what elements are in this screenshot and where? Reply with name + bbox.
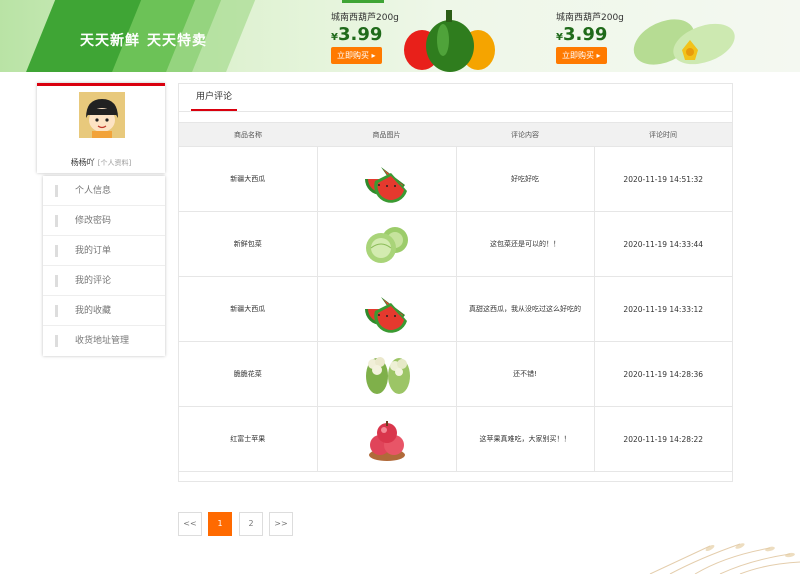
page-1-button[interactable]: 1 xyxy=(208,512,232,536)
profile-card: 杨杨吖 [个人资料] xyxy=(37,83,165,173)
product-name: 新鲜包菜 xyxy=(179,211,318,277)
review-comment: 还不错! xyxy=(455,341,595,407)
product-image-cell xyxy=(316,341,457,407)
column-header-product-image: 商品图片 xyxy=(317,122,456,147)
product-name: 红富士苹果 xyxy=(179,406,318,472)
table-header-row: 商品名称 商品图片 评论内容 评论时间 xyxy=(179,122,732,147)
review-time: 2020-11-19 14:33:44 xyxy=(593,211,732,277)
tab-user-reviews[interactable]: 用户评论 xyxy=(191,84,238,111)
cartoon-avatar-icon xyxy=(79,92,125,138)
prev-page-button[interactable]: << xyxy=(178,512,202,536)
wheat-decoration-icon xyxy=(649,543,800,574)
review-time: 2020-11-19 14:28:36 xyxy=(593,341,732,407)
product-name: 新疆大西瓜 xyxy=(179,146,318,212)
product-name: 脆脆花菜 xyxy=(179,341,318,407)
profile-info-link[interactable]: [个人资料] xyxy=(98,159,131,167)
table-row: 脆脆花菜 还不错! 2020-11-19 14:28:36 xyxy=(179,341,732,407)
sidebar-item-label: 我的评论 xyxy=(75,276,112,286)
sidebar-item-my-favorites[interactable]: 我的收藏 xyxy=(43,296,165,326)
next-page-button[interactable]: >> xyxy=(269,512,293,536)
sidebar-item-address-management[interactable]: 收货地址管理 xyxy=(43,326,165,356)
review-comment: 真甜这西瓜，我从没吃过这么好吃的 xyxy=(455,276,595,342)
review-time: 2020-11-19 14:28:22 xyxy=(593,406,732,472)
review-comment: 这包菜还是可以的！！ xyxy=(455,211,595,277)
buy-now-button[interactable]: 立即购买 ▸ xyxy=(331,47,382,64)
review-comment: 好吃好吃 xyxy=(455,146,595,212)
sidebar-menu: 个人信息 修改密码 我的订单 我的评论 我的收藏 收货地址管理 xyxy=(43,176,165,356)
column-header-product-name: 商品名称 xyxy=(179,122,317,147)
table-row: 新疆大西瓜 好吃好吃 2020-11-19 14:51:32 xyxy=(179,146,732,212)
reviews-table: 商品名称 商品图片 评论内容 评论时间 新疆大西瓜 好吃好吃 2020-11-1… xyxy=(179,122,732,472)
table-row: 红富士苹果 这苹果真难吃，大家别买！！ 2020-11-19 14:28:22 xyxy=(179,406,732,472)
menu-bullet xyxy=(55,335,58,347)
cabbage-icon xyxy=(365,227,408,263)
watermelon-icon xyxy=(364,297,407,333)
menu-bullet xyxy=(55,245,58,257)
reviews-panel: 用户评论 商品名称 商品图片 评论内容 评论时间 新疆大西瓜 好吃好吃 2020… xyxy=(178,83,733,482)
table-row: 新鲜包菜 这包菜还是可以的！！ 2020-11-19 14:33:44 xyxy=(179,211,732,277)
banner-accent-line xyxy=(342,0,384,3)
banner-slogan-fresh: 天天新鲜 xyxy=(80,33,140,49)
banner-slogan-sale: 天天特卖 xyxy=(147,33,207,49)
table-row: 新疆大西瓜 真甜这西瓜，我从没吃过这么好吃的 2020-11-19 14:33:… xyxy=(179,276,732,342)
review-time: 2020-11-19 14:33:12 xyxy=(593,276,732,342)
product-image-cell xyxy=(316,146,457,212)
sidebar-item-label: 个人信息 xyxy=(75,186,112,196)
sidebar-item-label: 我的订单 xyxy=(75,246,112,256)
sidebar-item-personal-info[interactable]: 个人信息 xyxy=(43,176,165,206)
sidebar-item-change-password[interactable]: 修改密码 xyxy=(43,206,165,236)
apple-icon xyxy=(368,421,405,461)
column-header-comment: 评论内容 xyxy=(456,122,594,147)
review-comment: 这苹果真难吃，大家别买！！ xyxy=(455,406,595,472)
product-image-cell xyxy=(316,276,457,342)
menu-bullet xyxy=(55,215,58,227)
top-banner: 天天新鲜 天天特卖 城南西葫芦200g ¥3.99 立即购买 ▸ 城南西葫芦20… xyxy=(0,0,800,72)
username-text: 杨杨吖 xyxy=(70,158,95,167)
menu-bullet xyxy=(55,305,58,317)
username: 杨杨吖 [个人资料] xyxy=(37,157,165,168)
sidebar-item-label: 我的收藏 xyxy=(75,306,112,316)
pepper-icon xyxy=(404,10,495,72)
sidebar-item-my-orders[interactable]: 我的订单 xyxy=(43,236,165,266)
sidebar-item-label: 修改密码 xyxy=(75,216,112,226)
product-image-cell xyxy=(316,211,457,277)
product-image-cell xyxy=(316,406,457,472)
review-time: 2020-11-19 14:51:32 xyxy=(593,146,732,212)
tab-divider xyxy=(179,111,732,112)
watermelon-icon xyxy=(364,167,407,203)
cauliflower-icon xyxy=(365,357,410,394)
product-name: 新疆大西瓜 xyxy=(179,276,318,342)
page-2-button[interactable]: 2 xyxy=(239,512,263,536)
column-header-time: 评论时间 xyxy=(594,122,732,147)
zucchini-icon xyxy=(633,19,735,65)
sidebar-item-label: 收货地址管理 xyxy=(75,336,130,346)
buy-now-button[interactable]: 立即购买 ▸ xyxy=(556,47,607,64)
menu-bullet xyxy=(55,275,58,287)
menu-bullet xyxy=(55,185,58,197)
sidebar-item-my-reviews[interactable]: 我的评论 xyxy=(43,266,165,296)
